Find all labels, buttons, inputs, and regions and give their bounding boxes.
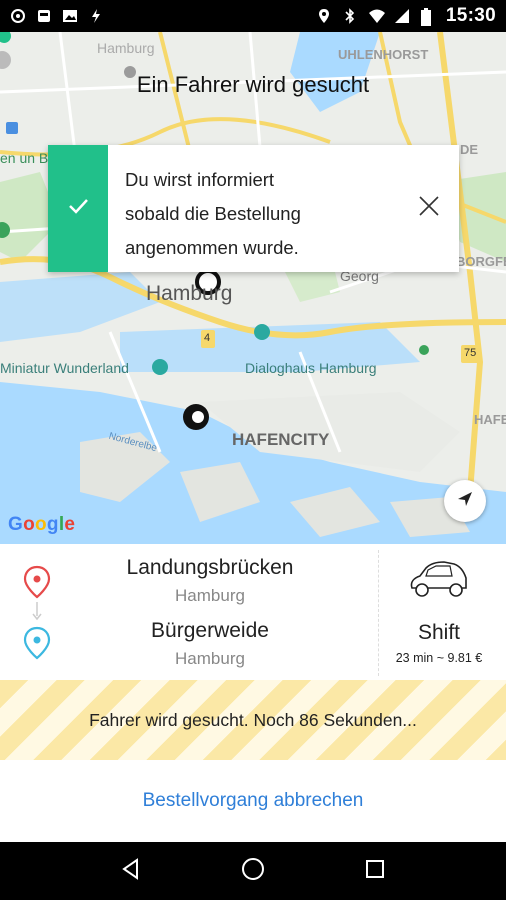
- back-button[interactable]: [111, 851, 151, 891]
- map-label-uhlenhorst: UHLENHORST: [338, 47, 429, 62]
- navigation-arrow-icon: [455, 489, 475, 514]
- battery-icon: [420, 8, 436, 26]
- recents-square-icon: [364, 858, 386, 885]
- map-label-hafencity: HAFENCITY: [232, 430, 330, 449]
- status-right-icons: 15:30: [316, 5, 496, 27]
- searching-banner: Fahrer wird gesucht. Noch 86 Sekunden...: [0, 680, 506, 760]
- sim-icon: [36, 8, 52, 24]
- page-title: Ein Fahrer wird gesucht: [136, 72, 370, 97]
- recents-button[interactable]: [355, 851, 395, 891]
- my-location-button[interactable]: [444, 480, 486, 522]
- google-logo-text: Google: [8, 514, 76, 535]
- vehicle-name: Shift: [417, 621, 461, 644]
- dropoff-city: Hamburg: [175, 649, 245, 668]
- home-button[interactable]: [233, 851, 273, 891]
- phone-screen: 15:30 Hamburg UHLENHORST Hamburg Georg M…: [0, 0, 506, 900]
- wifi-icon: [368, 8, 385, 24]
- notification-line-3: angenommen wurde.: [125, 237, 299, 258]
- map-label-road-75: 75: [464, 347, 477, 359]
- pickup-city: Hamburg: [175, 586, 245, 605]
- searching-text: Fahrer wird gesucht. Noch 86 Sekunden...: [89, 709, 417, 730]
- notification-status-bar: [48, 145, 108, 272]
- data-icon: [88, 8, 104, 24]
- car-icon: [406, 558, 470, 609]
- route-panel: Landungsbrücken Hamburg Bürgerweide Hamb…: [0, 544, 506, 680]
- vehicle-eta-price: 23 min ~ 9.81 €: [395, 651, 483, 665]
- google-logo: Google: [8, 514, 75, 536]
- location-pin-icon: [316, 8, 332, 24]
- cancel-order-button[interactable]: Bestellvorgang abbrechen: [143, 790, 364, 812]
- map-label-road-4: 4: [204, 332, 211, 344]
- pickup-name: Landungsbrücken: [126, 556, 294, 579]
- back-triangle-icon: [119, 857, 143, 886]
- map-label-dialoghaus: Dialoghaus Hamburg: [245, 360, 377, 376]
- notification-close-button[interactable]: [399, 145, 459, 272]
- map-view[interactable]: Hamburg UHLENHORST Hamburg Georg Miniatu…: [0, 32, 506, 544]
- bluetooth-icon: [342, 8, 358, 24]
- dropoff-name: Bürgerweide: [151, 619, 269, 642]
- map-label-hamburg-center: Hamburg: [146, 282, 233, 305]
- notification-line-1: Du wirst informiert: [125, 169, 275, 190]
- image-icon: [62, 8, 78, 24]
- location-icon: [10, 8, 26, 24]
- map-label-right-borgfe: BORGFE: [456, 254, 506, 269]
- close-icon: [417, 194, 441, 223]
- route-connector-icon: [32, 602, 42, 627]
- map-label-right-de: DE: [460, 142, 479, 157]
- info-notification: Du wirst informiert sobald die Bestellun…: [48, 145, 459, 272]
- map-label-miniatur: Miniatur Wunderland: [0, 360, 129, 376]
- home-circle-icon: [240, 856, 266, 887]
- clock: 15:30: [445, 5, 496, 26]
- map-label-hamburg-top: Hamburg: [97, 40, 155, 56]
- route-divider: [378, 550, 379, 676]
- notification-message: Du wirst informiert sobald die Bestellun…: [108, 145, 399, 272]
- dropoff-pin-icon: [23, 626, 51, 665]
- notification-line-2: sobald die Bestellung: [125, 203, 301, 224]
- signal-icon: [394, 8, 410, 24]
- check-icon: [66, 194, 90, 223]
- system-nav-bar: [0, 842, 506, 900]
- status-left-icons: [10, 8, 104, 24]
- status-bar: 15:30: [0, 0, 506, 32]
- cancel-area: Bestellvorgang abbrechen: [0, 760, 506, 842]
- pickup-pin-icon: [23, 565, 51, 604]
- map-label-left-partial: en un B: [0, 150, 49, 166]
- map-base: [0, 32, 506, 544]
- map-label-right-hafe: HAFE: [474, 412, 506, 427]
